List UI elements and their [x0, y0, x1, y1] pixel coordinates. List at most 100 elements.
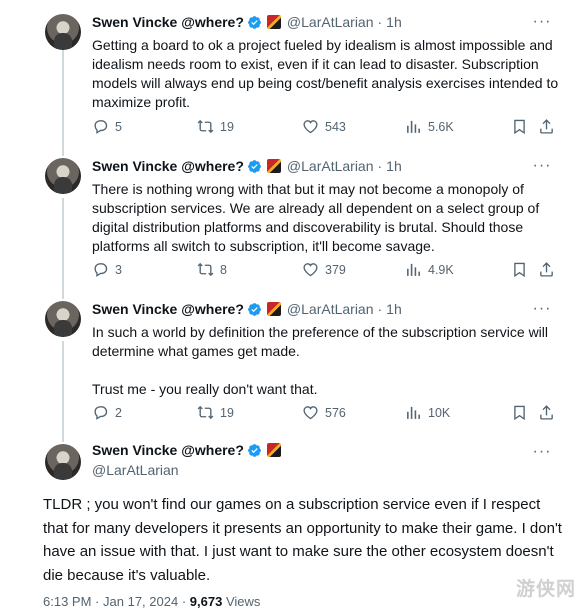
affiliate-badge-icon [266, 159, 281, 173]
reply-button[interactable]: 2 [92, 404, 122, 421]
post-date[interactable]: Jan 17, 2024 [103, 594, 178, 609]
tweet[interactable]: Swen Vincke @where? @LarAtLarian · 1h ··… [0, 148, 584, 291]
tweet-text: Getting a board to ok a project fueled b… [92, 36, 562, 112]
repost-icon [197, 405, 214, 420]
avatar[interactable] [45, 14, 81, 50]
view-count: 5.6K [428, 119, 454, 134]
analytics-icon [407, 120, 420, 133]
timestamp[interactable]: 1h [386, 158, 402, 174]
thread-line [62, 341, 64, 434]
like-button[interactable]: 379 [302, 261, 346, 278]
affiliate-badge-icon [266, 15, 281, 29]
tweet-actions: 3 8 379 4.9K [92, 261, 554, 281]
views-label: Views [225, 594, 261, 609]
reply-button[interactable]: 3 [92, 261, 122, 278]
views-button[interactable]: 4.9K [405, 261, 454, 278]
like-count: 576 [325, 405, 346, 420]
author-handle[interactable]: @LarAtLarian [287, 158, 374, 174]
more-options-icon[interactable]: ··· [533, 300, 551, 318]
more-options-icon[interactable]: ··· [533, 157, 551, 175]
separator-dot: · [95, 594, 100, 609]
heart-icon [303, 120, 318, 134]
watermark-logo: 游侠网 [515, 579, 576, 600]
author-name[interactable]: Swen Vincke @where? [92, 158, 244, 174]
repost-count: 19 [220, 119, 234, 134]
post-time[interactable]: 6:13 PM [43, 594, 91, 609]
tweet-header: Swen Vincke @where? @LarAtLarian · 1h [92, 12, 402, 32]
repost-button[interactable]: 19 [197, 404, 234, 421]
views-button[interactable]: 10K [405, 404, 450, 421]
author-handle[interactable]: @LarAtLarian [287, 301, 374, 317]
thread-line [62, 198, 64, 291]
tweet-paragraph: Trust me - you really don't want that. [92, 381, 318, 397]
separator-dot: · [377, 14, 383, 30]
share-button[interactable] [538, 404, 561, 421]
author-name[interactable]: Swen Vincke @where? [92, 14, 244, 30]
author-name[interactable]: Swen Vincke @where? [92, 442, 244, 458]
share-icon [540, 262, 553, 277]
view-count: 4.9K [428, 262, 454, 277]
avatar[interactable] [45, 158, 81, 194]
affiliate-badge-icon [266, 302, 281, 316]
tweet-paragraph: In such a world by definition the prefer… [92, 324, 549, 359]
name-line: Swen Vincke @where? [92, 440, 281, 460]
like-button[interactable]: 543 [302, 118, 346, 135]
author-block: Swen Vincke @where? @LarAtLarian [92, 440, 281, 480]
author-handle[interactable]: @LarAtLarian [287, 14, 374, 30]
reply-count: 3 [115, 262, 122, 277]
tweet[interactable]: Swen Vincke @where? @LarAtLarian · 1h ··… [0, 0, 584, 148]
separator-dot: · [377, 158, 383, 174]
repost-count: 8 [220, 262, 227, 277]
more-options-icon[interactable]: ··· [533, 443, 551, 461]
tweet-actions: 5 19 543 5.6K [92, 118, 554, 138]
bookmark-icon [514, 262, 525, 278]
thread-line [62, 148, 64, 156]
view-count: 10K [428, 405, 451, 420]
reply-button[interactable]: 5 [92, 118, 122, 135]
repost-button[interactable]: 19 [197, 118, 234, 135]
separator-dot: · [377, 301, 383, 317]
reply-count: 5 [115, 119, 122, 134]
reply-icon [94, 263, 108, 277]
share-button[interactable] [538, 118, 561, 135]
timestamp[interactable]: 1h [386, 14, 402, 30]
like-count: 543 [325, 119, 346, 134]
tweet-paragraph: Getting a board to ok a project fueled b… [92, 37, 559, 110]
thread-line [62, 291, 64, 299]
views-button[interactable]: 5.6K [405, 118, 454, 135]
author-name[interactable]: Swen Vincke @where? [92, 301, 244, 317]
tweet-text: In such a world by definition the prefer… [92, 323, 562, 399]
reply-count: 2 [115, 405, 122, 420]
tweet-paragraph: There is nothing wrong with that but it … [92, 181, 540, 254]
tweet-text: There is nothing wrong with that but it … [92, 180, 562, 256]
bookmark-icon [514, 119, 525, 135]
more-options-icon[interactable]: ··· [533, 13, 551, 31]
tweet-header: Swen Vincke @where? @LarAtLarian · 1h [92, 156, 402, 176]
avatar[interactable] [45, 444, 81, 480]
views-count: 9,673 [189, 594, 223, 609]
bookmark-button[interactable] [511, 404, 534, 421]
timestamp[interactable]: 1h [386, 301, 402, 317]
repost-button[interactable]: 8 [197, 261, 227, 278]
bookmark-icon [514, 405, 525, 421]
tweet[interactable]: Swen Vincke @where? @LarAtLarian · 1h ··… [0, 291, 584, 434]
separator-dot: · [181, 594, 187, 609]
reply-icon [94, 406, 108, 420]
author-handle[interactable]: @LarAtLarian [92, 460, 281, 480]
avatar[interactable] [45, 301, 81, 337]
like-count: 379 [325, 262, 346, 277]
analytics-icon [407, 406, 420, 419]
share-icon [540, 405, 553, 420]
tweet-header: Swen Vincke @where? @LarAtLarian · 1h [92, 299, 402, 319]
verified-badge-icon [248, 443, 261, 457]
repost-icon [197, 262, 214, 277]
bookmark-button[interactable] [511, 118, 534, 135]
main-tweet: Swen Vincke @where? @LarAtLarian ··· TLD… [0, 434, 584, 615]
share-button[interactable] [538, 261, 561, 278]
tweet-actions: 2 19 576 10K [92, 404, 554, 424]
thread-line [62, 50, 64, 148]
thread-line [62, 434, 64, 442]
like-button[interactable]: 576 [302, 404, 346, 421]
bookmark-button[interactable] [511, 261, 534, 278]
affiliate-badge-icon [266, 443, 281, 457]
